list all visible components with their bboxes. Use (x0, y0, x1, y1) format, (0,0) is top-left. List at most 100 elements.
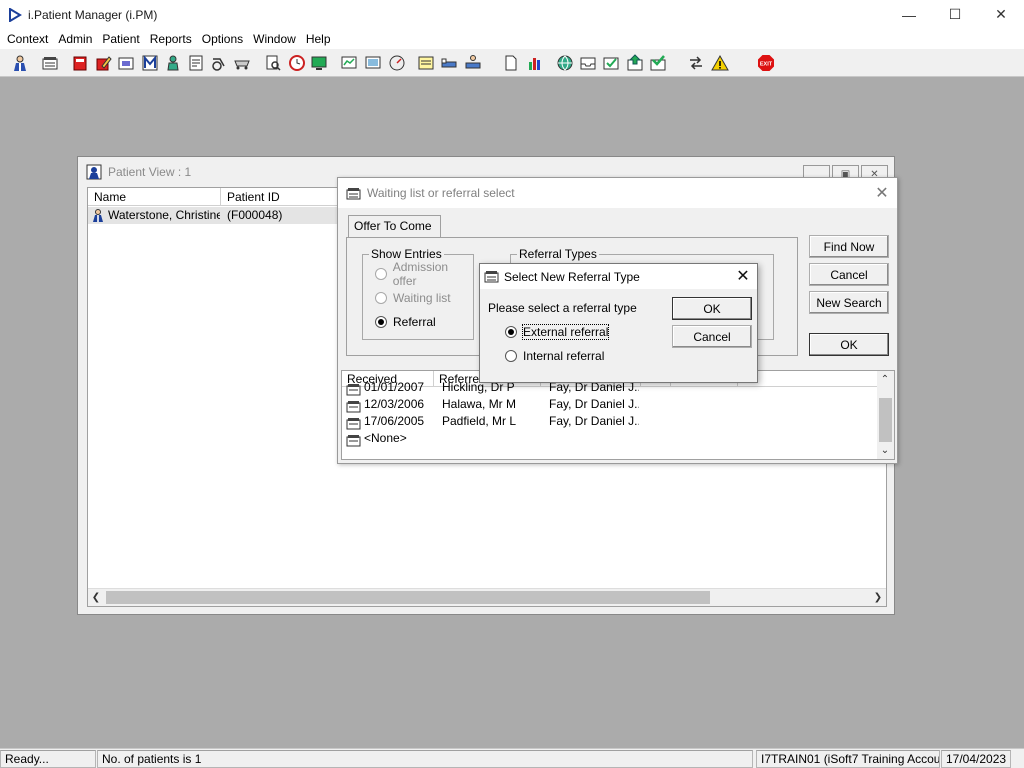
radio-circle (505, 350, 517, 362)
referral-type-dialog: Select New Referral Type ✕ Please select… (479, 263, 758, 383)
radio-circle (375, 268, 387, 280)
patient-row[interactable]: Waterstone, Christine... (F000048) (88, 207, 338, 224)
account-info: I7TRAIN01 (iSoft7 Training Account) (756, 750, 940, 768)
horizontal-scrollbar[interactable]: ❮ ❯ (88, 588, 886, 606)
notes-icon[interactable] (39, 52, 60, 73)
ok-button[interactable]: OK (672, 297, 752, 320)
list-icon[interactable] (415, 52, 436, 73)
column-name[interactable]: Name (88, 188, 221, 206)
exit-icon[interactable]: EXIT (755, 52, 776, 73)
status-bar: Ready... No. of patients is 1 I7TRAIN01 … (0, 748, 1024, 768)
inbox-icon[interactable] (577, 52, 598, 73)
radio-referral[interactable]: Referral (375, 314, 436, 330)
received-date: 12/03/2006 (364, 397, 425, 411)
menu-window[interactable]: Window (248, 32, 301, 46)
menu-admin[interactable]: Admin (53, 32, 97, 46)
green-check-icon[interactable] (647, 52, 668, 73)
scan-icon[interactable] (115, 52, 136, 73)
menu-patient[interactable]: Patient (97, 32, 144, 46)
radio-waiting-list[interactable]: Waiting list (375, 290, 451, 306)
scroll-up-icon[interactable]: ⌃ (877, 371, 893, 388)
radio-circle (375, 292, 387, 304)
vertical-scrollbar[interactable]: ⌃ ⌄ (877, 371, 894, 459)
tab-offer-to-come-in[interactable]: Offer To Come In (348, 215, 441, 254)
referral-list[interactable]: Received Referred 01/01/2007 Hickling, D… (341, 370, 895, 460)
close-icon[interactable]: ✕ (873, 184, 891, 202)
patient-view-icon (86, 164, 102, 180)
page-icon[interactable] (500, 52, 521, 73)
letter-m-icon[interactable] (139, 52, 160, 73)
find-now-button[interactable]: Find Now (809, 235, 889, 258)
referred-to: Fay, Dr Daniel J... (549, 414, 639, 428)
wheelchair-icon[interactable] (208, 52, 229, 73)
show-entries-group: Show Entries Admission offer Waiting lis… (362, 247, 474, 340)
menu-reports[interactable]: Reports (145, 32, 197, 46)
close-icon[interactable]: ✕ (735, 268, 751, 285)
red-book-icon[interactable] (69, 52, 90, 73)
menu-options[interactable]: Options (197, 32, 248, 46)
warning-icon[interactable] (709, 52, 730, 73)
radio-internal-referral[interactable]: Internal referral (505, 348, 604, 364)
clock-icon[interactable] (286, 52, 307, 73)
chart-screen-icon[interactable] (338, 52, 359, 73)
radio-external-referral[interactable]: External referral (505, 324, 610, 340)
bed-icon[interactable] (438, 52, 459, 73)
toolbar: EXIT (0, 49, 1024, 77)
app-title: i.Patient Manager (i.PM) (28, 7, 158, 22)
radio-label: Waiting list (393, 291, 451, 305)
scroll-down-icon[interactable]: ⌄ (877, 442, 893, 459)
new-search-button[interactable]: New Search (809, 291, 889, 314)
table-row[interactable]: 17/06/2005 Padfield, Mr L Fay, Dr Daniel… (342, 413, 882, 430)
exit-label: EXIT (759, 61, 772, 67)
radio-label: Admission offer (392, 260, 449, 288)
menu-help[interactable]: Help (301, 32, 336, 46)
received-date: 17/06/2005 (364, 414, 425, 428)
table-row[interactable]: <None> (342, 430, 882, 447)
doctor-icon[interactable] (9, 52, 30, 73)
person-icon[interactable] (162, 52, 183, 73)
radio-label: External referral (521, 324, 610, 340)
menu-context[interactable]: Context (2, 32, 53, 46)
menu-bar: Context Admin Patient Reports Options Wi… (0, 29, 1024, 49)
patient-id: (F000048) (227, 208, 283, 222)
pencil-book-icon[interactable] (92, 52, 113, 73)
check-inbox-icon[interactable] (600, 52, 621, 73)
notes-icon (484, 271, 499, 283)
app-logo-icon (9, 7, 22, 22)
search-doc-icon[interactable] (262, 52, 283, 73)
scroll-thumb[interactable] (106, 591, 710, 604)
cancel-button[interactable]: Cancel (672, 325, 752, 348)
dial-icon[interactable] (386, 52, 407, 73)
transfer-icon[interactable] (685, 52, 706, 73)
radio-circle (375, 316, 387, 328)
received-date: <None> (364, 431, 407, 445)
scroll-right-icon[interactable]: ❯ (870, 589, 886, 606)
radio-label: Internal referral (523, 349, 605, 363)
bed-person-icon[interactable] (462, 52, 483, 73)
waiting-dialog-titlebar: Waiting list or referral select (338, 178, 897, 208)
radio-label: Referral (393, 315, 436, 329)
scroll-left-icon[interactable]: ❮ (88, 589, 104, 606)
table-row[interactable]: 12/03/2006 Halawa, Mr M Fay, Dr Daniel J… (342, 396, 882, 413)
referred-to: Fay, Dr Daniel J... (549, 397, 639, 411)
form-icon[interactable] (185, 52, 206, 73)
monitor-icon[interactable] (308, 52, 329, 73)
close-button[interactable]: ✕ (978, 0, 1024, 29)
globe-icon[interactable] (554, 52, 575, 73)
patient-count: No. of patients is 1 (97, 750, 753, 768)
minimize-button[interactable]: — (886, 0, 932, 29)
maximize-button[interactable]: ☐ (932, 0, 978, 29)
referral-type-title: Select New Referral Type (504, 269, 640, 284)
referral-type-prompt: Please select a referral type (488, 301, 637, 315)
trolley-icon[interactable] (231, 52, 252, 73)
ok-button[interactable]: OK (809, 333, 889, 356)
bar-chart-icon[interactable] (524, 52, 545, 73)
note-screen-icon[interactable] (362, 52, 383, 73)
column-patient-id[interactable]: Patient ID (221, 188, 338, 206)
radio-admission-offer[interactable]: Admission offer (375, 260, 473, 288)
green-arrow-icon[interactable] (624, 52, 645, 73)
notes-icon (346, 435, 361, 447)
cancel-button[interactable]: Cancel (809, 263, 889, 286)
scroll-thumb[interactable] (879, 398, 892, 442)
referred-by: Padfield, Mr L (442, 414, 517, 428)
